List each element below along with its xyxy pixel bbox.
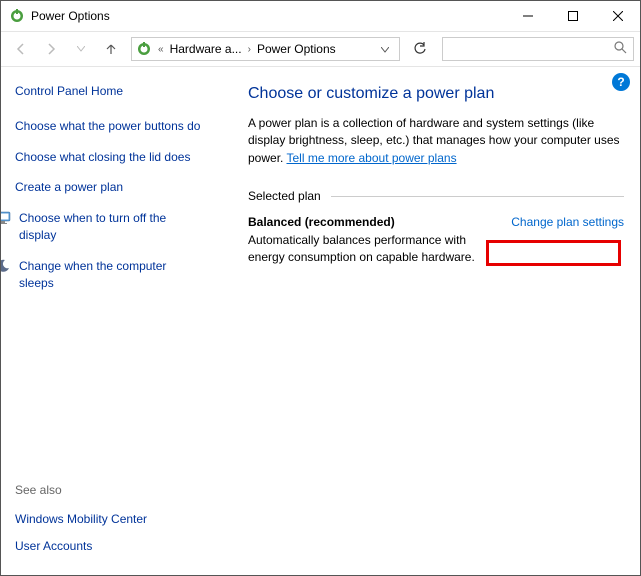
search-icon[interactable]: [614, 41, 627, 57]
plan-description: Automatically balances performance with …: [248, 232, 499, 266]
plan-row: Balanced (recommended) Automatically bal…: [248, 215, 624, 266]
sidebar-item-sleep[interactable]: Change when the computer sleeps: [15, 258, 204, 292]
page-heading: Choose or customize a power plan: [248, 85, 624, 103]
main-content: Choose or customize a power plan A power…: [216, 67, 640, 575]
app-icon: [9, 8, 25, 24]
window: Power Options « Hardware a... › Power Op…: [0, 0, 641, 576]
address-bar[interactable]: « Hardware a... › Power Options: [131, 37, 400, 61]
change-plan-settings-link[interactable]: Change plan settings: [511, 215, 624, 229]
sidebar-item-create-plan[interactable]: Create a power plan: [15, 179, 204, 196]
search-box[interactable]: [442, 37, 634, 61]
window-buttons: [505, 1, 640, 31]
back-button[interactable]: [7, 35, 35, 63]
minimize-button[interactable]: [505, 1, 550, 31]
recent-dropdown[interactable]: [67, 35, 95, 63]
mobility-center-link[interactable]: Windows Mobility Center: [15, 511, 204, 528]
forward-button[interactable]: [37, 35, 65, 63]
up-button[interactable]: [97, 35, 125, 63]
address-icon: [136, 41, 152, 57]
sidebar-item-label[interactable]: Choose what closing the lid does: [15, 149, 190, 166]
page-description: A power plan is a collection of hardware…: [248, 115, 624, 167]
monitor-icon: [1, 210, 11, 226]
sidebar-item-turn-off-display[interactable]: Choose when to turn off the display: [15, 210, 204, 244]
sidebar-item-lid[interactable]: Choose what closing the lid does: [15, 149, 204, 166]
breadcrumb-parent[interactable]: Hardware a...: [170, 42, 242, 56]
plan-name: Balanced (recommended): [248, 215, 499, 229]
close-button[interactable]: [595, 1, 640, 31]
window-title: Power Options: [31, 9, 505, 23]
divider: [331, 196, 624, 197]
breadcrumb-prefix: «: [156, 44, 166, 55]
body: ? Control Panel Home Choose what the pow…: [1, 67, 640, 575]
navbar: « Hardware a... › Power Options: [1, 31, 640, 67]
chevron-right-icon[interactable]: ›: [246, 44, 253, 55]
control-panel-home-link[interactable]: Control Panel Home: [15, 83, 204, 100]
sidebar-bottom: See also Windows Mobility Center User Ac…: [15, 483, 204, 563]
sidebar-item-label[interactable]: Choose when to turn off the display: [19, 210, 204, 244]
moon-icon: [1, 258, 11, 274]
section-title: Selected plan: [248, 189, 321, 203]
breadcrumb-current[interactable]: Power Options: [257, 42, 336, 56]
sidebar-item-label[interactable]: Create a power plan: [15, 179, 123, 196]
address-dropdown[interactable]: [375, 42, 395, 56]
titlebar: Power Options: [1, 1, 640, 31]
learn-more-link[interactable]: Tell me more about power plans: [286, 151, 456, 165]
sidebar-item-label[interactable]: Change when the computer sleeps: [19, 258, 204, 292]
sidebar-list: Choose what the power buttons do Choose …: [15, 118, 204, 292]
user-accounts-link[interactable]: User Accounts: [15, 538, 204, 555]
sidebar-item-power-buttons[interactable]: Choose what the power buttons do: [15, 118, 204, 135]
section-label: Selected plan: [248, 189, 624, 203]
plan-info: Balanced (recommended) Automatically bal…: [248, 215, 499, 266]
refresh-button[interactable]: [406, 37, 434, 61]
see-also-label: See also: [15, 483, 204, 497]
sidebar-item-label[interactable]: Choose what the power buttons do: [15, 118, 200, 135]
search-input[interactable]: [449, 42, 614, 56]
maximize-button[interactable]: [550, 1, 595, 31]
sidebar: Control Panel Home Choose what the power…: [1, 67, 216, 575]
